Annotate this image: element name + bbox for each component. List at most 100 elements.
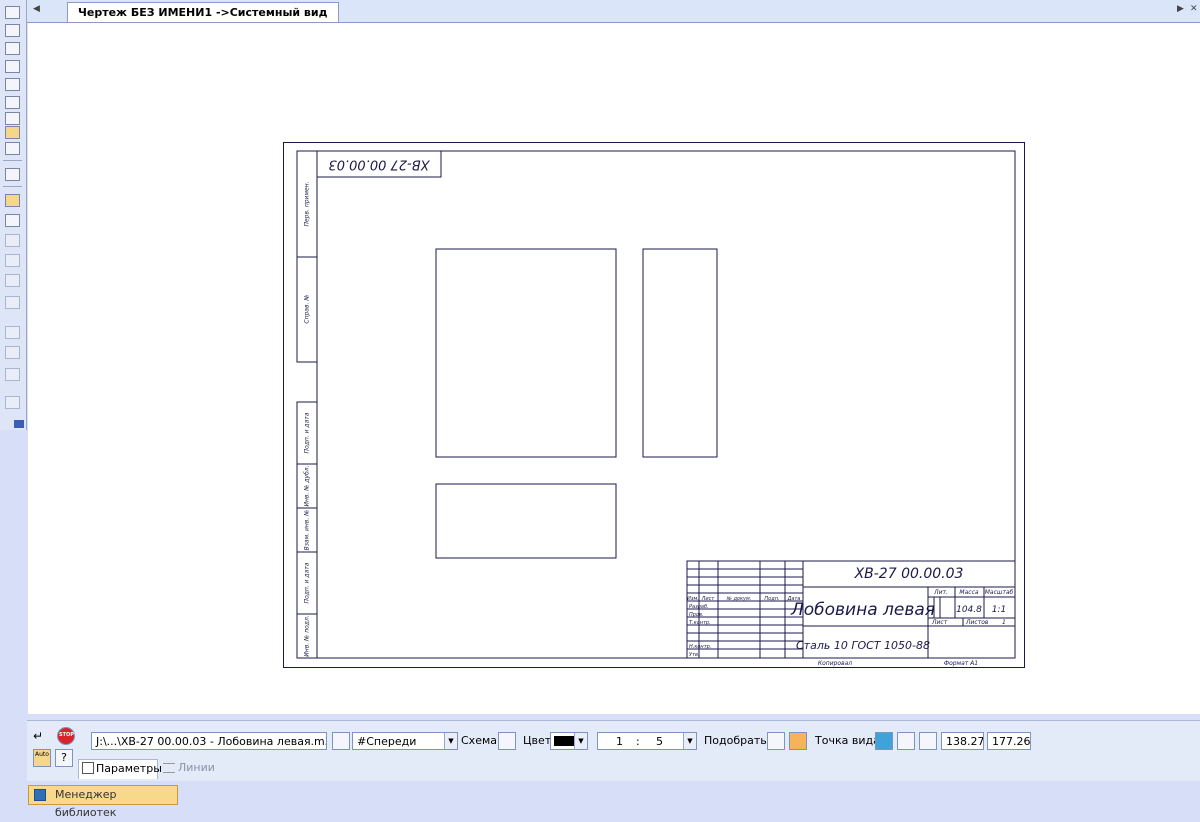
local-view-icon bbox=[5, 274, 20, 287]
scale-header: Масштаб bbox=[985, 589, 1014, 596]
lines-icon bbox=[163, 763, 175, 773]
tab-close-icon[interactable]: ✕ bbox=[1190, 4, 1198, 14]
point-check-icon[interactable] bbox=[919, 732, 937, 750]
side-label: Инв. № подл. bbox=[304, 615, 311, 656]
x-coord-field[interactable]: 138.27 bbox=[941, 732, 984, 750]
detail-view-icon bbox=[5, 326, 20, 339]
top-view bbox=[435, 483, 617, 559]
symbols-icon[interactable] bbox=[5, 42, 20, 55]
side-label: Подп. и дата bbox=[304, 562, 311, 603]
tab-drawing[interactable]: Чертеж БЕЗ ИМЕНИ1 ->Системный вид bbox=[67, 2, 339, 22]
col-head: Изм. bbox=[687, 596, 699, 602]
section-view-icon bbox=[5, 254, 20, 267]
scheme-icon[interactable] bbox=[498, 732, 516, 750]
top-code-text: ХВ-27 00.00.03 bbox=[328, 157, 430, 172]
expand-arrow-icon[interactable] bbox=[14, 420, 24, 428]
report-icon[interactable] bbox=[5, 168, 20, 181]
point-pick-icon[interactable] bbox=[875, 732, 893, 750]
chevron-down-icon[interactable]: ▼ bbox=[683, 733, 696, 749]
view-select[interactable]: #Спереди ▼ bbox=[352, 732, 458, 750]
tb-code-text: ХВ-27 00.00.03 bbox=[854, 566, 964, 582]
help-icon[interactable]: ? bbox=[55, 749, 73, 767]
chevron-down-icon[interactable]: ▼ bbox=[444, 733, 457, 749]
material-text: Сталь 10 ГОСТ 1050-88 bbox=[796, 639, 930, 652]
enter-object-icon[interactable]: ↵ bbox=[33, 727, 51, 745]
file-path-text: J:\...\ХВ-27 00.00.03 - Лобовина левая.m… bbox=[96, 735, 327, 748]
measure-icon[interactable] bbox=[5, 96, 20, 109]
tab-params[interactable]: Параметры bbox=[78, 759, 162, 779]
arrow-view-icon bbox=[5, 234, 20, 247]
projection-view-icon[interactable] bbox=[5, 214, 20, 227]
view-point-label: Точка вида bbox=[815, 734, 880, 747]
cut-line-icon bbox=[5, 368, 20, 381]
tab-params-label: Параметры bbox=[96, 762, 162, 775]
select-icon[interactable] bbox=[5, 112, 20, 125]
views-icon[interactable] bbox=[5, 126, 20, 139]
col-head: № докум. bbox=[726, 596, 752, 602]
color-swatch bbox=[554, 736, 574, 746]
toolbar-divider bbox=[3, 160, 22, 161]
toolbar-divider bbox=[3, 186, 22, 187]
fit-label: Подобрать bbox=[704, 734, 767, 747]
library-manager-button[interactable]: Менеджер библиотек bbox=[28, 785, 178, 819]
auto-create-button[interactable]: Auto bbox=[33, 749, 51, 767]
parametrize-icon[interactable] bbox=[5, 78, 20, 91]
library-manager-label: Менеджер библиотек bbox=[55, 788, 117, 819]
tab-lines[interactable]: Линии bbox=[160, 759, 215, 779]
side-label: Подп. и дата bbox=[304, 412, 311, 453]
row-head: Разраб. bbox=[689, 604, 709, 610]
library-icon bbox=[34, 789, 46, 801]
chevron-down-icon[interactable]: ▼ bbox=[574, 733, 587, 749]
scale-select[interactable]: 1 : 5 ▼ bbox=[597, 732, 697, 750]
scheme-label: Схема bbox=[461, 734, 497, 747]
fit-area-icon[interactable] bbox=[789, 732, 807, 750]
color-select[interactable]: ▼ bbox=[550, 732, 588, 750]
scale-a: 1 bbox=[616, 735, 623, 748]
scale-sep: : bbox=[636, 735, 640, 748]
edit-icon[interactable] bbox=[5, 60, 20, 73]
local-section-icon bbox=[5, 346, 20, 359]
color-label: Цвет bbox=[523, 734, 552, 747]
fit-sheet-icon[interactable] bbox=[767, 732, 785, 750]
tab-prev-icon[interactable]: ◀ bbox=[33, 4, 40, 14]
status-bar: Менеджер библиотек bbox=[27, 785, 1200, 819]
mass-header: Масса bbox=[959, 589, 978, 596]
sheet-label: Лист bbox=[931, 619, 948, 626]
tab-title: Чертеж БЕЗ ИМЕНИ1 ->Системный вид bbox=[78, 6, 328, 19]
lit-header: Лит. bbox=[933, 589, 948, 596]
spec-icon[interactable] bbox=[5, 142, 20, 155]
document-tabbar: ◀ Чертеж БЕЗ ИМЕНИ1 ->Системный вид ▶ ✕ bbox=[27, 0, 1200, 23]
col-head: Дата bbox=[787, 596, 801, 602]
sheets-value: 1 bbox=[1002, 619, 1006, 626]
params-icon bbox=[82, 762, 94, 774]
auto-label: Auto bbox=[35, 751, 49, 758]
y-coord-field[interactable]: 177.26 bbox=[987, 732, 1031, 750]
y-coord-text: 177.26 bbox=[992, 735, 1031, 748]
standard-view-icon[interactable] bbox=[5, 194, 20, 207]
file-path-field[interactable]: J:\...\ХВ-27 00.00.03 - Лобовина левая.m… bbox=[91, 732, 327, 750]
side-label: Перв. примен. bbox=[304, 181, 311, 226]
stop-button[interactable]: STOP bbox=[57, 727, 75, 745]
row-head: Утв. bbox=[689, 652, 700, 658]
row-head: Пров. bbox=[689, 612, 704, 618]
dimensions-icon[interactable] bbox=[5, 24, 20, 37]
col-head: Лист bbox=[701, 596, 716, 602]
image-icon bbox=[5, 396, 20, 409]
sheet-outer-frame bbox=[283, 142, 1025, 668]
stop-label: STOP bbox=[59, 732, 74, 738]
front-view bbox=[435, 248, 617, 458]
tab-next-icon[interactable]: ▶ bbox=[1177, 4, 1184, 14]
drawing-sheet: ХВ-27 00.00.03 ХВ-27 00.00.03 Лобовина л… bbox=[283, 142, 1025, 668]
break-view-icon bbox=[5, 296, 20, 309]
scale-b: 5 bbox=[656, 735, 663, 748]
side-label: Справ. № bbox=[304, 294, 311, 323]
view-select-text: #Спереди bbox=[357, 735, 417, 748]
x-coord-text: 138.27 bbox=[946, 735, 984, 748]
open-file-icon[interactable] bbox=[332, 732, 350, 750]
row-head: Т.контр. bbox=[689, 620, 711, 626]
scale-value: 1:1 bbox=[992, 605, 1006, 615]
geometry-icon[interactable] bbox=[5, 6, 20, 19]
point-snap-icon[interactable] bbox=[897, 732, 915, 750]
format-label: Формат А1 bbox=[944, 660, 978, 667]
tab-lines-label: Линии bbox=[178, 761, 215, 774]
